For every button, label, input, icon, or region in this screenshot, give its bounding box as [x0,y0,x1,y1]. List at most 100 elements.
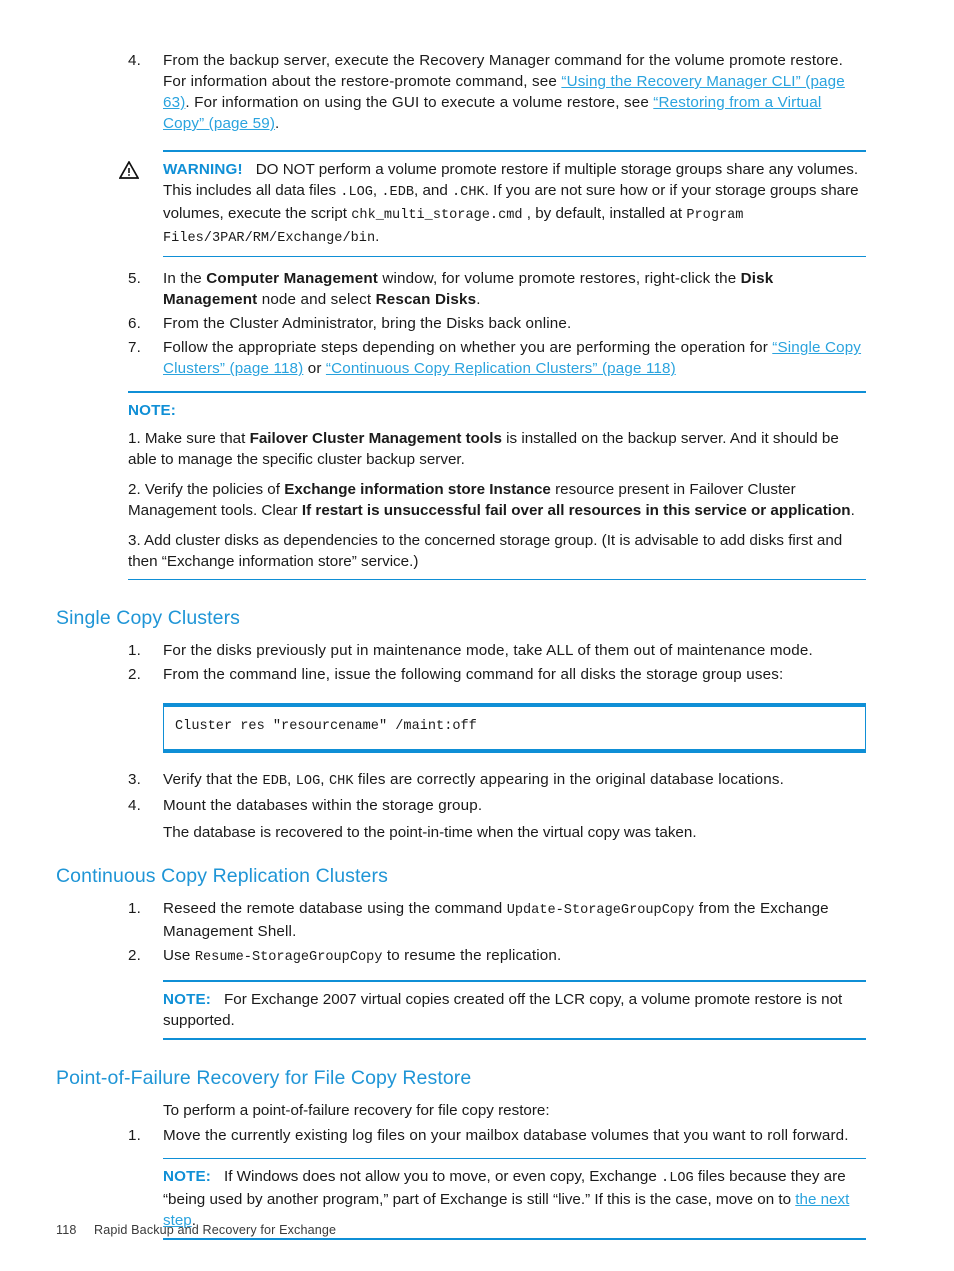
step-number: 7. [128,339,141,357]
warning-label: WARNING! [163,160,243,178]
list-item: 2. From the command line, issue the foll… [0,664,954,685]
note-label: NOTE: [163,1168,212,1186]
warning-body: WARNING! DO NOT perform a volume promote … [0,152,954,256]
scc-step-list-2: 3. Verify that the EDB, LOG, CHK files a… [0,769,954,816]
step-number: 1. [128,1126,141,1144]
note-admonition-ccr: NOTE: For Exchange 2007 virtual copies cr… [0,980,954,1040]
warning-triangle-icon [118,160,140,179]
step-number: 4. [128,797,141,815]
warning-code-chk: .CHK [452,184,485,200]
note-item-3: 3. Add cluster disks as dependencies to … [128,531,843,570]
warning-code-script: chk_multi_storage.cmd [351,207,523,223]
note-paragraph: NOTE: If Windows does not allow you to mo… [163,1166,866,1231]
note1-text-2a: 2. Verify the policies of [128,480,285,498]
list-item: 6. From the Cluster Administrator, bring… [0,313,954,334]
note1-text-2e: . [850,501,855,519]
rule-bottom [128,578,866,581]
list-item: 7. Follow the appropriate steps dependin… [0,337,954,379]
warning-code-log: .LOG [340,184,373,200]
step-number: 2. [128,666,141,684]
step-text: For the disks previously put in maintena… [163,642,813,660]
list-item: 5. In the Computer Management window, fo… [0,268,954,310]
note1-bold-exchange-instance: Exchange information store Instance [284,480,551,498]
step4-text-2: . For information on using the GUI to ex… [185,94,654,111]
scc3-text-4: files are correctly appearing in the ori… [353,771,784,789]
ccr-step-list: 1. Reseed the remote database using the … [0,898,954,968]
pof-step-list: 1. Move the currently existing log files… [0,1125,954,1146]
ccr-note-text: For Exchange 2007 virtual copies created… [163,990,843,1029]
note-label: NOTE: [128,401,177,419]
scc3-code-chk: CHK [329,774,354,790]
numbered-step-list-top: 4. From the backup server, execute the R… [0,50,954,134]
step-text: In the Computer Management window, for v… [163,268,954,310]
step-number: 1. [128,900,141,918]
scc3-code-edb: EDB [262,774,288,790]
warning-text-6: . [375,227,380,245]
scc3-text-3: , [320,771,329,789]
step-text: From the backup server, execute the Reco… [163,50,954,134]
rule-bottom [163,1037,866,1040]
step-text: Move the currently existing log files on… [163,1126,849,1144]
warning-text-5: , by default, installed at [522,204,687,222]
code-block-cluster-res: Cluster res "resourcename" /maint:off [163,703,866,754]
ccr1-text-1: Reseed the remote database using the com… [163,900,507,918]
note-label: NOTE: [163,990,212,1008]
list-item: 3. Verify that the EDB, LOG, CHK files a… [0,769,954,792]
warning-code-edb: .EDB [381,184,415,200]
footer-page-number: 118 [56,1223,77,1237]
step5-text-4: . [476,291,481,309]
note-item-1: 1. Make sure that Failover Cluster Manag… [128,428,866,470]
link-continuous-copy-replication-clusters[interactable]: “Continuous Copy Replication Clusters” (… [326,360,676,377]
step-number: 3. [128,771,141,789]
step-text: Reseed the remote database using the com… [163,898,954,942]
step-number: 5. [128,270,141,288]
step4-text-3: . [275,115,280,132]
step-text: From the command line, issue the followi… [163,666,784,684]
document-page: 4. From the backup server, execute the R… [0,0,954,1271]
warning-paragraph: WARNING! DO NOT perform a volume promote … [163,159,866,249]
page-footer: 118 Rapid Backup and Recovery for Exchang… [56,1223,336,1237]
heading-single-copy-clusters: Single Copy Clusters [56,607,241,630]
list-item: 4. From the backup server, execute the R… [0,50,954,134]
note-label-line: NOTE: [128,400,866,421]
note1-bold-if-restart: If restart is unsuccessful fail over all… [301,501,851,519]
step5-text-1: In the [163,270,207,288]
step7-text-1: Follow the appropriate steps depending o… [163,339,773,357]
list-item: 2. Use Resume-StorageGroupCopy to resume… [0,945,954,968]
pof-note-code-log: .LOG [661,1171,694,1187]
list-item: 1. Move the currently existing log files… [0,1125,954,1146]
ccr2-text-1: Use [163,947,195,965]
code-text: Cluster res "resourcename" /maint:off [175,719,477,735]
warning-text-3: , and [414,181,453,199]
step5-bold-rescan-disks: Rescan Disks [375,291,477,309]
note-body: NOTE: For Exchange 2007 virtual copies cr… [0,982,954,1038]
step-text: Verify that the EDB, LOG, CHK files are … [163,769,954,792]
step-text: Mount the databases within the storage g… [163,797,483,815]
note1-text-1a: 1. Make sure that [128,429,250,447]
list-item: 1. Reseed the remote database using the … [0,898,954,942]
scc3-code-log: LOG [295,774,321,790]
scc-step-list: 1. For the disks previously put in maint… [0,640,954,685]
note-admonition-cluster: NOTE: 1. Make sure that Failover Cluster… [0,391,954,581]
heading-point-of-failure-recovery: Point-of-Failure Recovery for File Copy … [56,1066,472,1089]
heading-continuous-copy-replication-clusters: Continuous Copy Replication Clusters [56,865,388,888]
list-item: 4. Mount the databases within the storag… [0,795,954,816]
scc3-text-1: Verify that the [163,771,263,789]
step-number: 4. [128,52,141,69]
scc3-text-2: , [287,771,296,789]
step-text: From the Cluster Administrator, bring th… [163,315,572,333]
ccr2-text-2: to resume the replication. [382,947,562,965]
note-body: NOTE: 1. Make sure that Failover Cluster… [0,393,954,579]
step-number: 1. [128,642,141,660]
ccr2-code-resume-storagegroupcopy: Resume-StorageGroupCopy [194,950,383,966]
step-text: Use Resume-StorageGroupCopy to resume th… [163,945,954,968]
step5-text-2: window, for volume promote restores, rig… [377,270,741,288]
step7-text-2: or [303,360,326,378]
warning-admonition: WARNING! DO NOT perform a volume promote … [0,150,954,258]
numbered-step-list-5-7: 5. In the Computer Management window, fo… [0,268,954,379]
note-paragraph: NOTE: For Exchange 2007 virtual copies cr… [163,989,866,1031]
rule-bottom [163,1238,866,1240]
note-item-2: 2. Verify the policies of Exchange infor… [128,479,866,521]
page-content: 4. From the backup server, execute the R… [0,0,954,1251]
step5-bold-computer-management: Computer Management [206,270,378,288]
